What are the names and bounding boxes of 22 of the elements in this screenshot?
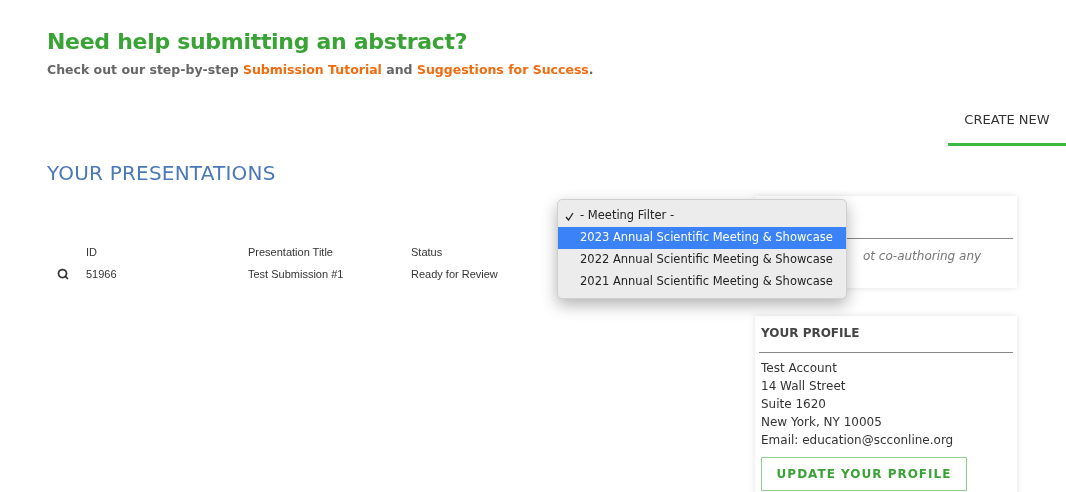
menu-item[interactable]: 2021 Annual Scientific Meeting & Showcase [558,271,846,293]
coauthor-text: ot co-authoring any [863,247,983,265]
column-header: Status [411,244,444,260]
table-cell-text: Ready for Review [411,266,499,282]
checkmark-icon [565,211,574,221]
table-cell-text: Test Submission #1 [248,266,345,282]
profile-line: Email: education@scconline.org [761,431,955,449]
section-title: YOUR PRESENTATIONS [47,159,277,187]
menu-item[interactable]: 2023 Annual Scientific Meeting & Showcase [558,227,846,249]
table-cell-text: 51966 [86,266,118,282]
menu-item[interactable]: - Meeting Filter - [558,205,846,227]
profile-line: Test Account [761,359,838,377]
help-heading: Need help submitting an abstract? [47,28,469,56]
help-text: Check out our step-by-step Submission Tutorial and Suggestions for Success. [47,61,595,79]
column-header: ID [86,244,98,260]
menu-item[interactable]: 2022 Annual Scientific Meeting & Showcase [558,249,846,271]
column-header: Presentation Title [248,244,334,260]
profile-line: 14 Wall Street [761,377,847,395]
search-icon[interactable] [57,267,69,280]
profile-line: New York, NY 10005 [761,413,883,431]
profile-title: YOUR PROFILE [761,324,861,342]
profile-line: Suite 1620 [761,395,827,413]
